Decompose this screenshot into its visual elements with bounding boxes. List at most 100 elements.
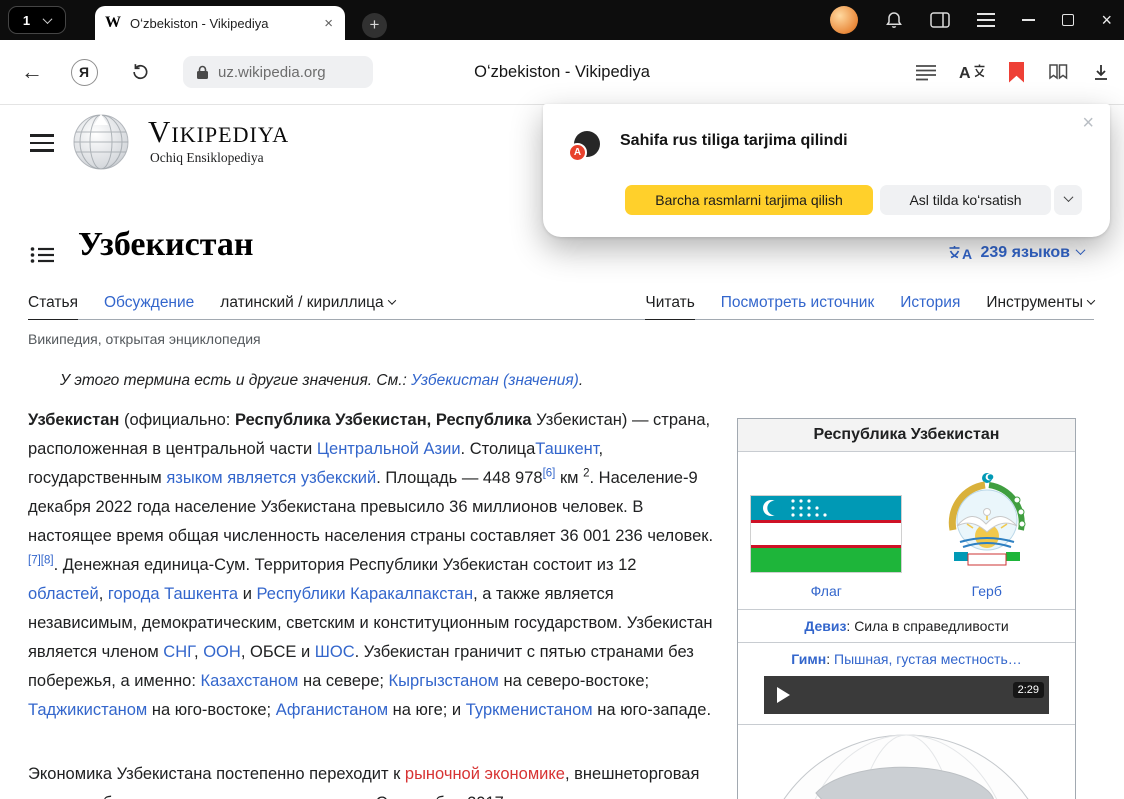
chevron-down-icon [387, 296, 395, 304]
inline-link[interactable]: Таджикистаном [28, 701, 147, 719]
languages-button[interactable]: A 239 языков [948, 244, 1085, 262]
inline-link[interactable]: языком является узбекский [166, 469, 376, 487]
show-original-button[interactable]: Asl tilda koʻrsatish [880, 185, 1051, 215]
languages-icon: A [948, 244, 974, 262]
tab-article[interactable]: Статья [28, 294, 78, 320]
inline-link[interactable]: Республики Каракалпакстан [257, 585, 474, 603]
bell-icon[interactable] [885, 11, 903, 29]
yandex-button[interactable]: Я [70, 58, 98, 86]
inline-link[interactable]: ШОС [315, 643, 355, 661]
tab-strip: 1 W Oʻzbekiston - Vikipediya × + × [0, 0, 1124, 40]
window-close-icon[interactable]: × [1101, 11, 1112, 29]
text-segment: на юго-востоке; [147, 701, 275, 719]
coa-caption-link[interactable]: Герб [972, 583, 1002, 599]
tab-counter[interactable]: 1 [8, 6, 66, 34]
tab-discussion[interactable]: Обсуждение [104, 294, 194, 319]
inline-link[interactable]: ООН [203, 643, 241, 661]
wikipedia-logo[interactable] [72, 112, 130, 175]
country-infobox: Республика Узбекистан [737, 418, 1076, 799]
uzbekistan-coat-of-arms-image[interactable] [940, 468, 1034, 573]
inline-link[interactable]: Туркменистаном [466, 701, 593, 719]
text-segment: , ОБСЕ и [241, 643, 315, 661]
yandex-icon: Я [71, 59, 98, 86]
wiki-menu-icon[interactable] [30, 134, 54, 152]
inline-link[interactable]: Казахстаном [201, 672, 299, 690]
text-segment: , [194, 643, 203, 661]
play-icon[interactable] [777, 687, 790, 703]
tab-read[interactable]: Читать [645, 294, 694, 320]
uzbekistan-flag-image[interactable] [750, 495, 902, 573]
motto-label-link[interactable]: Девиз [804, 618, 846, 634]
site-subtitle: Википедия, открытая энциклопедия [28, 331, 261, 347]
chevron-down-icon [43, 14, 53, 24]
page-title: Oʻzbekiston - Vikipediya [380, 40, 744, 104]
new-tab-button[interactable]: + [362, 13, 387, 38]
infobox-title: Республика Узбекистан [738, 419, 1075, 452]
avatar[interactable] [830, 6, 858, 34]
tabs-left: Статья Обсуждение латинский / кириллица [28, 294, 395, 319]
tab-close-icon[interactable]: × [322, 15, 335, 32]
popup-close-icon[interactable]: × [1082, 112, 1094, 135]
tab-variant-select[interactable]: латинский / кириллица [220, 294, 394, 319]
inline-link[interactable]: Узбекистан (значения) [411, 372, 579, 389]
hatnote: У этого термина есть и другие значения. … [60, 372, 710, 390]
browser-menu-icon[interactable] [977, 13, 995, 27]
text-segment: Экономика Узбекистана постепенно переход… [28, 765, 405, 783]
svg-text:A: A [959, 65, 971, 82]
inline-link[interactable]: рыночной экономике [405, 765, 565, 783]
video-duration: 2:29 [1013, 682, 1044, 698]
reader-mode-icon[interactable] [916, 64, 936, 81]
languages-count: 239 языков [981, 244, 1071, 262]
tab-title: Oʻzbekiston - Vikipediya [130, 16, 313, 31]
side-panel-icon[interactable] [930, 12, 950, 28]
coa-column: Герб [907, 468, 1068, 599]
text-segment: , [99, 585, 108, 603]
download-icon[interactable] [1092, 63, 1110, 81]
inline-link[interactable]: [7][8] [28, 555, 54, 567]
article-paragraph-1: Узбекистан (официально: Республика Узбек… [28, 406, 716, 725]
inline-link[interactable]: города Ташкента [108, 585, 238, 603]
back-button[interactable]: ← [18, 58, 46, 86]
lock-icon [196, 65, 209, 80]
translate-images-button[interactable]: Barcha rasmlarni tarjima qilish [625, 185, 873, 215]
motto-text: : Сила в справедливости [846, 618, 1008, 634]
inline-link[interactable]: Кыргызстаном [389, 672, 499, 690]
text-segment: Узбекистан [28, 411, 119, 429]
maximize-icon[interactable] [1062, 14, 1074, 26]
browser-window: 1 W Oʻzbekiston - Vikipediya × + × ← Я [0, 0, 1124, 799]
tab-view-source[interactable]: Посмотреть источник [721, 294, 874, 319]
chevron-down-icon [1076, 245, 1086, 255]
text-segment: . [579, 372, 583, 389]
text-segment: У этого термина есть и другие значения. … [60, 372, 411, 389]
inline-link[interactable]: Афганистаном [276, 701, 388, 719]
text-segment: на северо-востоке; [499, 672, 649, 690]
text-segment: . Площадь — 448 978 [376, 469, 542, 487]
tab-count: 1 [23, 13, 30, 28]
flag-caption-link[interactable]: Флаг [811, 583, 842, 599]
inline-link[interactable]: [6] [543, 468, 556, 480]
minimize-icon[interactable] [1022, 19, 1035, 21]
tab-tools[interactable]: Инструменты [986, 294, 1094, 319]
anthem-label-link[interactable]: Гимн [791, 651, 826, 667]
article-title: Узбекистан [78, 226, 253, 264]
text-segment: на севере; [298, 672, 388, 690]
translate-icon[interactable]: A [959, 62, 986, 82]
text-segment: на юго-западе. [593, 701, 711, 719]
address-bar[interactable]: uz.wikipedia.org [183, 56, 373, 88]
inline-link[interactable]: Центральной Азии [317, 440, 461, 458]
anthem-player[interactable]: 2:29 [764, 676, 1049, 714]
inline-link[interactable]: областей [28, 585, 99, 603]
inline-link[interactable]: Ташкент [535, 440, 598, 458]
anthem-link[interactable]: Пышная, густая местность… [834, 651, 1022, 667]
toolbar-actions: A [916, 40, 1110, 104]
tab-history[interactable]: История [900, 294, 960, 319]
browser-tab[interactable]: W Oʻzbekiston - Vikipediya × [95, 6, 345, 40]
inline-link[interactable]: СНГ [163, 643, 194, 661]
bookmark-icon[interactable] [1009, 62, 1024, 83]
popup-dropdown-button[interactable] [1054, 185, 1082, 215]
translator-logo-icon: A [568, 131, 600, 162]
reload-button[interactable] [126, 58, 154, 86]
wikipedia-favicon: W [105, 14, 121, 32]
contents-list-icon[interactable] [30, 246, 54, 269]
collections-icon[interactable] [1047, 63, 1069, 81]
